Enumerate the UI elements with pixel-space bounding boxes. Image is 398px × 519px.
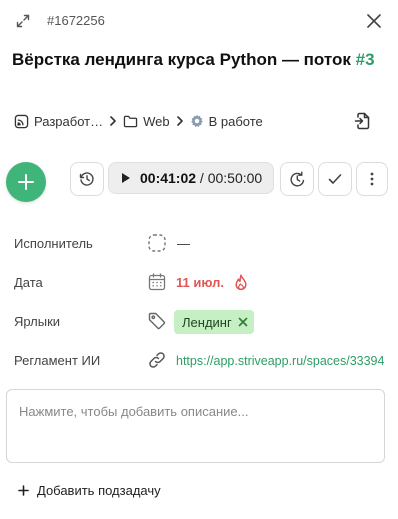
tags-label: Ярлыки [14, 314, 61, 329]
regulation-label: Регламент ИИ [14, 353, 101, 368]
add-button[interactable] [6, 162, 46, 202]
plus-icon [18, 174, 34, 190]
play-icon [122, 173, 130, 183]
close-icon [367, 14, 381, 28]
export-button[interactable] [352, 110, 374, 132]
assignee-label: Исполнитель [14, 236, 93, 251]
tag-icon[interactable] [148, 312, 166, 330]
task-title-text: Вёрстка лендинга курса Python — поток [12, 50, 356, 69]
expand-icon [16, 14, 30, 28]
breadcrumb-folder[interactable]: Web [123, 114, 170, 129]
breadcrumb-status[interactable]: В работе [190, 114, 263, 129]
more-icon [370, 172, 374, 186]
description-placeholder: Нажмите, чтобы добавить описание... [19, 404, 249, 419]
description-field[interactable]: Нажмите, чтобы добавить описание... [6, 389, 385, 463]
gear-icon [190, 114, 203, 127]
timer-control[interactable]: 00:41:02 / 00:50:00 [108, 162, 274, 194]
complete-button[interactable] [318, 162, 352, 196]
timer-elapsed: 00:41:02 [140, 170, 197, 186]
date-value[interactable]: 11 июл. [176, 274, 224, 292]
regulation-link[interactable]: https://app.striveapp.ru/spaces/33394 [176, 352, 398, 370]
breadcrumb-space[interactable]: Разработ… [14, 114, 103, 129]
link-icon [148, 351, 166, 369]
timer-separator: / [196, 170, 208, 186]
date-label: Дата [14, 275, 43, 290]
fire-icon [234, 274, 248, 291]
plus-icon [18, 484, 29, 496]
export-icon [354, 112, 370, 130]
more-button[interactable] [356, 162, 388, 196]
folder-icon [123, 115, 138, 127]
task-id: #1672256 [47, 13, 105, 28]
timer-estimate: 00:50:00 [207, 170, 263, 186]
breadcrumb-status-label: В работе [208, 113, 263, 129]
check-icon [328, 174, 342, 184]
add-subtask-button[interactable]: Добавить подзадачу [18, 481, 161, 499]
user-placeholder-icon[interactable] [148, 234, 166, 252]
time-history-button[interactable] [70, 162, 104, 196]
breadcrumb-space-label: Разработ… [34, 113, 104, 129]
time-log-button[interactable] [280, 162, 314, 196]
breadcrumb: Разработ… Web В работе [14, 111, 263, 131]
breadcrumb-folder-label: Web [143, 113, 170, 129]
chevron-right-icon [176, 116, 184, 126]
tag-chip[interactable]: Лендинг [174, 310, 254, 334]
tag-label: Лендинг [182, 314, 232, 330]
assignee-value[interactable]: — [177, 235, 190, 253]
close-button[interactable] [364, 11, 384, 31]
task-title-number: #3 [355, 50, 375, 69]
history-icon [79, 172, 94, 186]
feed-icon [14, 114, 29, 128]
chevron-right-icon [109, 116, 117, 126]
add-subtask-label: Добавить подзадачу [37, 482, 161, 498]
time-log-icon [289, 171, 304, 186]
tag-remove-icon[interactable] [238, 317, 248, 327]
expand-button[interactable] [14, 12, 32, 30]
task-title[interactable]: Вёрстка лендинга курса Python — поток #3 [12, 49, 375, 71]
calendar-icon[interactable] [148, 273, 166, 291]
